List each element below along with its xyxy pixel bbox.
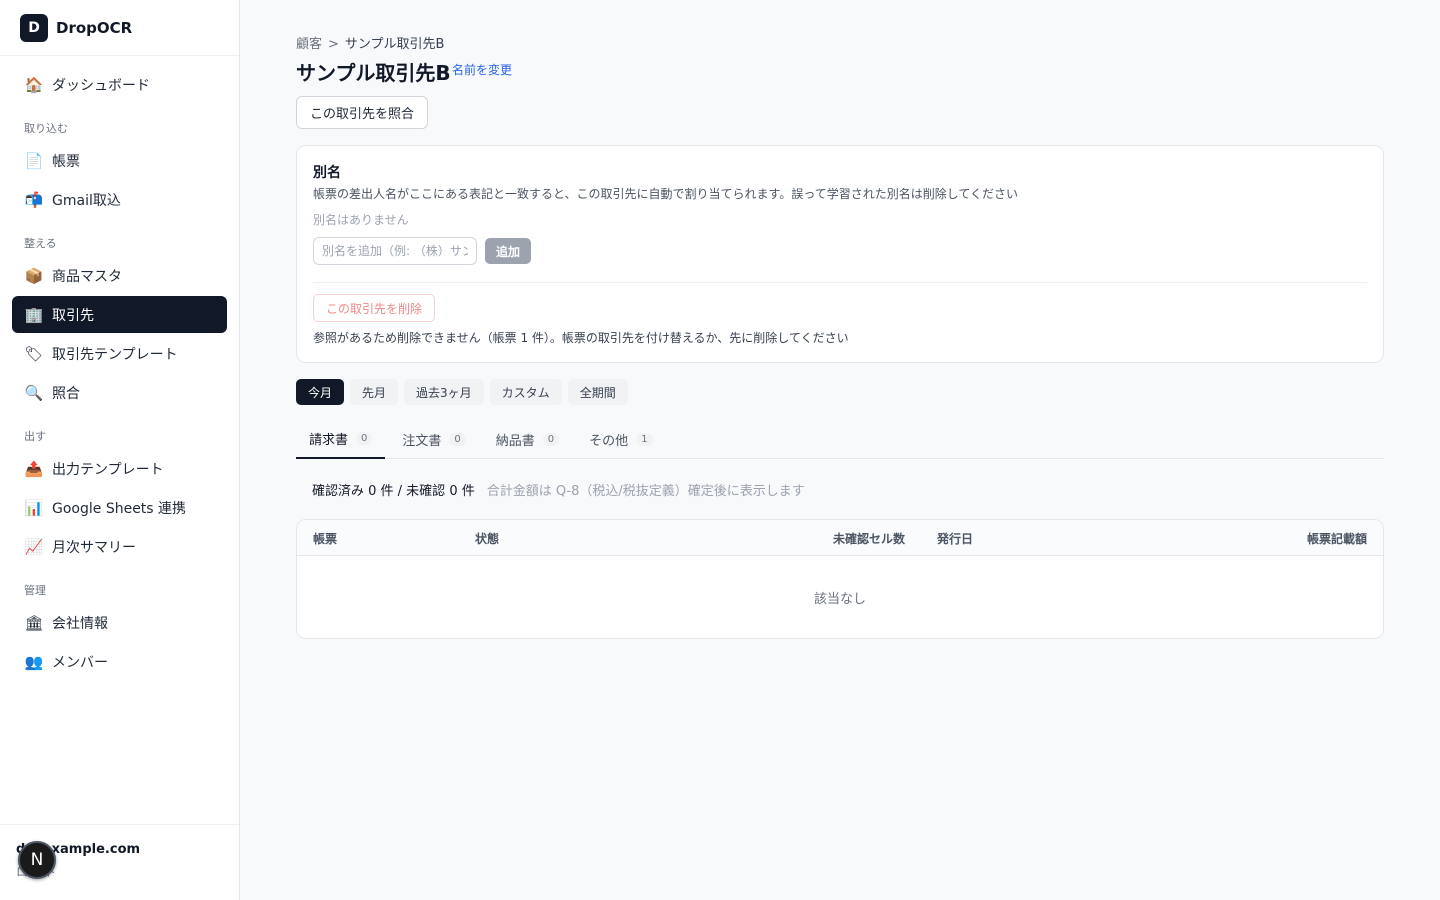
sidebar-item-people[interactable]: 👥 メンバー <box>12 643 227 680</box>
bar-chart-icon: 📊 <box>24 498 44 517</box>
breadcrumb: 顧客 > サンプル取引先B <box>296 33 444 52</box>
sidebar-section-title: 取り込む <box>24 122 68 135</box>
tab-count-badge: 0 <box>542 432 560 446</box>
sidebar-item-label: Google Sheets 連携 <box>52 500 187 517</box>
mailbox-icon: 📬 <box>24 190 44 209</box>
column-header-issue-date[interactable]: 発行日 <box>937 530 973 547</box>
sidebar-item-house[interactable]: 🏠 ダッシュボード <box>12 66 227 103</box>
brand[interactable]: D DropOCR <box>0 0 239 56</box>
alias-card-description: 帳票の差出人名がここにある表記と一致すると、この取引先に自動で割り当てられます。… <box>313 187 1019 201</box>
tab-document-type[interactable]: その他 1 <box>576 420 665 458</box>
avatar[interactable]: N <box>18 841 56 879</box>
period-chip[interactable]: カスタム <box>489 379 562 405</box>
alias-input[interactable] <box>313 237 477 265</box>
tab-count-badge: 0 <box>449 432 466 446</box>
add-alias-button[interactable]: 追加 <box>485 238 532 264</box>
breadcrumb-separator: > <box>328 37 339 52</box>
sidebar-item-classical-building[interactable]: 🏛 会社情報 <box>12 604 227 641</box>
package-icon: 📦 <box>24 266 44 285</box>
sidebar-item-label: Gmail取込 <box>52 192 121 209</box>
sidebar-item-package[interactable]: 📦 商品マスタ <box>12 257 227 294</box>
period-chip[interactable]: 今月 <box>296 379 345 405</box>
documents-table: 帳票 状態 未確認セル数 発行日 帳票記載額 該当なし <box>296 519 1384 639</box>
sidebar: D DropOCR 🏠 ダッシュボード取り込む 📄 帳票 📬 Gmail取込整える 📦 商品マ… <box>0 0 240 900</box>
alias-empty-text: 別名はありません <box>313 213 409 227</box>
tab-label: その他 <box>589 433 629 449</box>
sidebar-section-title: 出す <box>24 430 46 443</box>
column-header-status[interactable]: 状態 <box>475 530 499 547</box>
sidebar-nav: 🏠 ダッシュボード取り込む 📄 帳票 📬 Gmail取込整える 📦 商品マスタ 🏢 取引先 🏷 取引先… <box>0 56 239 680</box>
sidebar-item-label: 照合 <box>52 385 80 402</box>
breadcrumb-current: サンプル取引先B <box>344 37 445 52</box>
sidebar-item-document[interactable]: 📄 帳票 <box>12 142 227 179</box>
sidebar-item-outbox-tray[interactable]: 📤 出力テンプレート <box>12 450 227 487</box>
summary-counts: 確認済み 0 件 / 未確認 0 件 <box>312 484 475 499</box>
tab-document-type[interactable]: 納品書 0 <box>483 420 572 458</box>
column-header-document[interactable]: 帳票 <box>313 530 337 547</box>
period-chip[interactable]: 先月 <box>350 379 399 405</box>
sidebar-item-magnifier[interactable]: 🔍 照合 <box>12 374 227 411</box>
brand-name: DropOCR <box>56 18 133 37</box>
sidebar-item-mailbox[interactable]: 📬 Gmail取込 <box>12 181 227 218</box>
sidebar-item-trend-chart[interactable]: 📈 月次サマリー <box>12 528 227 565</box>
tab-count-badge: 0 <box>356 432 373 445</box>
match-customer-button[interactable]: この取引先を照合 <box>296 96 429 129</box>
page-title: サンプル取引先B <box>296 61 451 85</box>
tab-count-badge: 1 <box>636 432 653 446</box>
label-tag-icon: 🏷 <box>24 344 44 363</box>
sidebar-item-bar-chart[interactable]: 📊 Google Sheets 連携 <box>12 489 227 526</box>
table-empty-state: 該当なし <box>813 592 866 607</box>
sidebar-item-label-tag[interactable]: 🏷 取引先テンプレート <box>12 335 227 372</box>
office-building-icon: 🏢 <box>24 305 44 324</box>
sidebar-item-label: 帳票 <box>52 153 80 170</box>
tab-document-type[interactable]: 注文書 0 <box>389 420 478 458</box>
people-icon: 👥 <box>24 652 44 671</box>
trend-chart-icon: 📈 <box>24 537 44 556</box>
magnifier-icon: 🔍 <box>24 383 44 402</box>
brand-logo: D <box>20 13 48 42</box>
tab-label: 注文書 <box>402 433 442 449</box>
sidebar-item-office-building[interactable]: 🏢 取引先 <box>12 296 227 333</box>
document-type-tabs: 請求書 0 注文書 0 納品書 0 その他 1 <box>296 420 1384 459</box>
summary: 確認済み 0 件 / 未確認 0 件合計金額は Q-8（税込/税抜定義）確定後に… <box>312 480 805 499</box>
classical-building-icon: 🏛 <box>24 613 44 632</box>
period-filter: 今月 先月 過去3ヶ月 カスタム 全期間 <box>296 379 628 405</box>
table-header: 帳票 状態 未確認セル数 発行日 帳票記載額 <box>297 520 1383 556</box>
alias-card-title: 別名 <box>313 165 341 181</box>
sidebar-item-label: 取引先テンプレート <box>52 346 178 363</box>
sidebar-item-label: 月次サマリー <box>52 539 136 556</box>
outbox-tray-icon: 📤 <box>24 459 44 478</box>
period-chip[interactable]: 全期間 <box>567 379 628 405</box>
sidebar-item-label: 商品マスタ <box>52 268 122 285</box>
breadcrumb-parent[interactable]: 顧客 <box>296 37 322 52</box>
tab-label: 請求書 <box>309 433 349 448</box>
delete-customer-button[interactable]: この取引先を削除 <box>313 294 436 322</box>
sidebar-item-label: ダッシュボード <box>52 77 150 94</box>
sidebar-item-label: 出力テンプレート <box>52 461 164 478</box>
house-icon: 🏠 <box>24 75 44 94</box>
summary-note: 合計金額は Q-8（税込/税抜定義）確定後に表示します <box>486 484 805 499</box>
delete-note: 参照があるため削除できません（帳票 1 件）。帳票の取引先を付け替えるか、先に削… <box>313 331 849 345</box>
column-header-amount[interactable]: 帳票記載額 <box>1307 530 1367 547</box>
column-header-unconfirmed-cells[interactable]: 未確認セル数 <box>833 530 905 547</box>
rename-link[interactable]: 名前を変更 <box>452 61 512 78</box>
tab-label: 納品書 <box>495 433 535 449</box>
card-divider <box>313 282 1367 283</box>
sidebar-item-label: 会社情報 <box>52 615 108 632</box>
tab-document-type[interactable]: 請求書 0 <box>296 420 386 459</box>
sidebar-section-title: 整える <box>24 237 57 250</box>
document-icon: 📄 <box>24 151 44 170</box>
user-box: d @example.com ロ ウト N <box>0 824 239 900</box>
sidebar-section-title: 管理 <box>24 584 46 597</box>
sidebar-item-label: 取引先 <box>52 307 94 324</box>
alias-card: 別名 帳票の差出人名がここにある表記と一致すると、この取引先に自動で割り当てられ… <box>296 145 1384 363</box>
period-chip[interactable]: 過去3ヶ月 <box>404 379 484 405</box>
sidebar-item-label: メンバー <box>52 654 108 671</box>
